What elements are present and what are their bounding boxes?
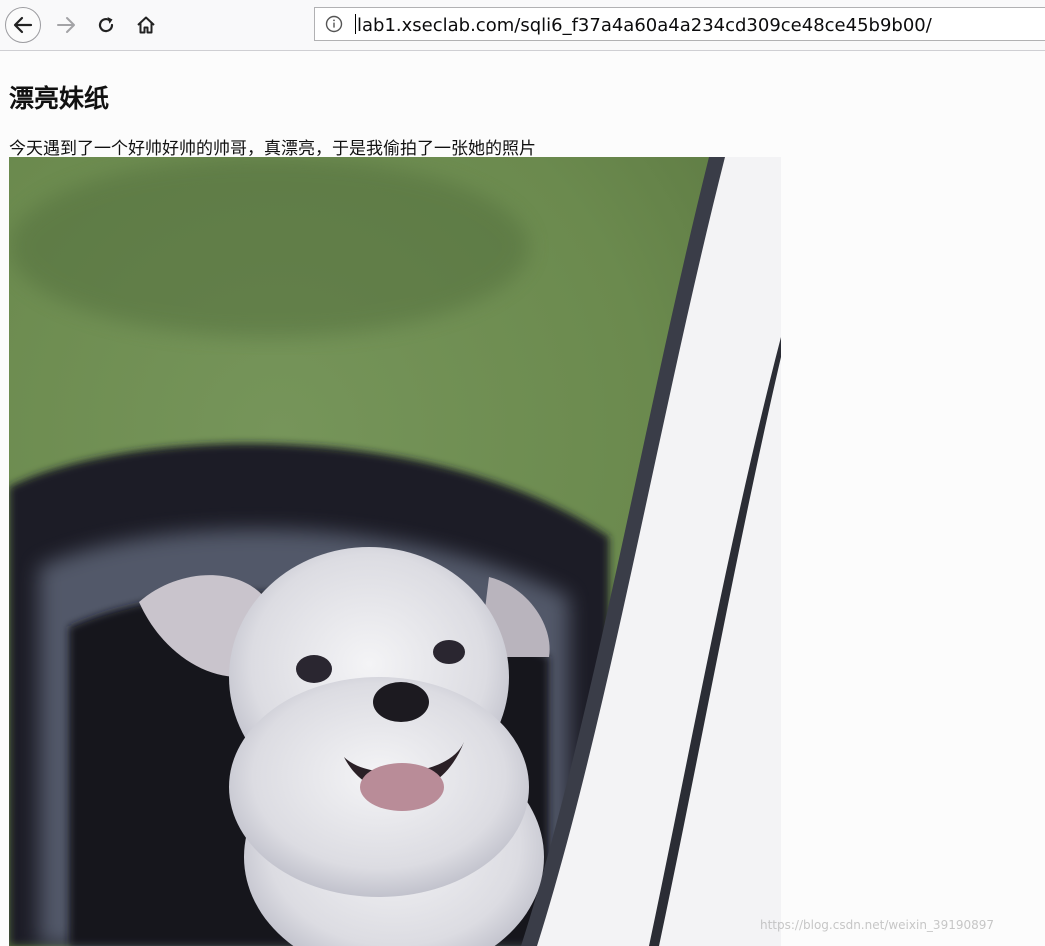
arrow-left-icon — [13, 16, 33, 34]
home-button[interactable] — [128, 7, 164, 43]
reload-icon — [98, 17, 114, 33]
watermark: https://blog.csdn.net/weixin_39190897 — [760, 918, 995, 932]
url-text[interactable]: lab1.xseclab.com/sqli6_f37a4a60a4a234cd3… — [355, 14, 932, 36]
url-value: lab1.xseclab.com/sqli6_f37a4a60a4a234cd3… — [357, 15, 932, 36]
back-button[interactable] — [5, 7, 41, 43]
address-bar[interactable]: lab1.xseclab.com/sqli6_f37a4a60a4a234cd3… — [314, 7, 1045, 41]
page-description: 今天遇到了一个好帅好帅的帅哥，真漂亮，于是我偷拍了一张她的照片 — [9, 139, 536, 159]
reload-button[interactable] — [88, 7, 124, 43]
dog-photo — [9, 157, 781, 946]
info-icon[interactable] — [325, 15, 343, 33]
page-title: 漂亮妹纸 — [9, 84, 110, 113]
arrow-right-icon — [57, 17, 75, 33]
browser-toolbar: lab1.xseclab.com/sqli6_f37a4a60a4a234cd3… — [0, 0, 1045, 51]
home-icon — [137, 16, 155, 34]
text-caret — [355, 14, 356, 34]
forward-button[interactable] — [48, 7, 84, 43]
